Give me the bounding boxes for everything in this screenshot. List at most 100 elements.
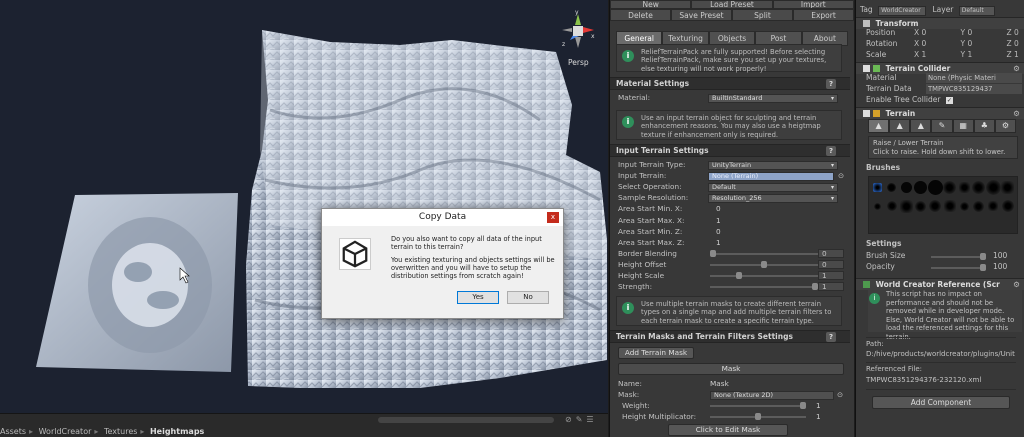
export-button[interactable]: Export	[793, 9, 854, 21]
brush-swatch[interactable]	[887, 182, 896, 192]
slider-knob[interactable]	[761, 260, 767, 268]
position-y[interactable]: 0	[968, 28, 1001, 38]
horizontal-scrollbar[interactable]	[378, 417, 554, 423]
brush-swatch[interactable]	[943, 200, 956, 212]
breadcrumb-item[interactable]: Assets	[0, 427, 26, 436]
brush-swatch[interactable]	[958, 181, 970, 193]
rotation-x[interactable]: 0	[922, 39, 955, 49]
setting-value[interactable]: 0	[818, 248, 844, 258]
brush-swatch[interactable]	[927, 179, 943, 195]
weight-slider[interactable]	[710, 402, 806, 409]
rotation-y[interactable]: 0	[968, 39, 1001, 49]
object-picker-icon[interactable]: ⊙	[837, 390, 843, 400]
mask-foldout-header[interactable]: Mask	[618, 363, 844, 375]
setting-value[interactable]: 0	[716, 227, 721, 237]
rotation-z[interactable]: 0	[1014, 39, 1019, 48]
material-settings-header[interactable]: Material Settings ?	[610, 77, 850, 90]
setting-slider[interactable]	[710, 249, 818, 257]
gear-icon[interactable]: ⚙	[1013, 108, 1020, 119]
opacity-value[interactable]: 100	[993, 262, 1007, 272]
brush-swatch[interactable]	[886, 201, 897, 211]
brush-size-slider[interactable]	[931, 253, 986, 260]
brush-swatch[interactable]	[929, 200, 941, 212]
add-component-button[interactable]: Add Component	[872, 396, 1010, 409]
world-creator-reference-header[interactable]: World Creator Reference (Scr ⚙	[856, 278, 1024, 290]
setting-value[interactable]: 0	[716, 204, 721, 214]
no-button[interactable]: No	[507, 291, 549, 304]
brush-size-value[interactable]: 100	[993, 251, 1007, 261]
setting-value[interactable]: 0	[818, 259, 844, 269]
brush-swatch[interactable]	[959, 201, 969, 211]
paint-height-tool-icon[interactable]: ▲	[889, 119, 911, 133]
input-terrain-field[interactable]: None (Terrain)	[708, 172, 834, 182]
brush-swatch[interactable]	[943, 180, 956, 194]
height-multiplicator-slider[interactable]	[710, 413, 806, 420]
input-terrain-settings-header[interactable]: Input Terrain Settings ?	[610, 144, 850, 157]
setting-slider[interactable]	[710, 272, 818, 279]
help-icon[interactable]: ?	[826, 146, 836, 156]
breadcrumb-item[interactable]: WorldCreator	[39, 427, 92, 436]
setting-dropdown[interactable]: UnityTerrain ▾	[708, 161, 838, 170]
position-z[interactable]: 0	[1014, 28, 1019, 37]
new-button[interactable]: New	[610, 0, 692, 9]
setting-value[interactable]: 1	[716, 216, 721, 226]
save-preset-button[interactable]: Save Preset	[671, 9, 732, 21]
brush-swatch[interactable]	[915, 200, 926, 212]
mask-texture-field[interactable]: None (Texture 2D)	[710, 391, 834, 400]
position-x[interactable]: 0	[922, 28, 955, 38]
place-trees-tool-icon[interactable]: ▦	[952, 119, 974, 133]
brush-swatch[interactable]	[899, 199, 913, 213]
slider-knob[interactable]	[710, 249, 716, 257]
masks-header[interactable]: Terrain Masks and Terrain Filters Settin…	[610, 330, 850, 343]
close-icon[interactable]: x	[547, 212, 559, 223]
setting-value[interactable]: 1	[818, 282, 844, 292]
weight-value[interactable]: 1	[816, 401, 821, 411]
setting-dropdown[interactable]: Default ▾	[708, 183, 838, 193]
setting-slider[interactable]	[710, 260, 818, 268]
mask-name-value[interactable]: Mask	[710, 379, 729, 389]
brush-swatch[interactable]	[985, 179, 1001, 195]
scale-x[interactable]: 1	[922, 50, 955, 60]
brush-grid[interactable]	[868, 176, 1018, 234]
slider-knob[interactable]	[800, 402, 806, 409]
edit-mask-button[interactable]: Click to Edit Mask	[668, 424, 788, 436]
setting-dropdown[interactable]: Resolution_256 ▾	[708, 194, 838, 204]
delete-button[interactable]: Delete	[610, 9, 671, 21]
brush-swatch[interactable]	[1001, 180, 1014, 194]
setting-value[interactable]: 1	[818, 271, 844, 280]
layer-dropdown[interactable]: Default	[958, 6, 995, 16]
collider-material-field[interactable]: None (Physic Materi	[926, 73, 1022, 83]
scene-view[interactable]: y x z Persp	[0, 0, 608, 413]
load-preset-button[interactable]: Load Preset	[691, 0, 773, 9]
scene-gizmo-icon[interactable]: y x z	[558, 10, 598, 62]
brush-swatch[interactable]	[973, 200, 984, 212]
setting-slider[interactable]	[710, 283, 818, 291]
opacity-slider[interactable]	[931, 264, 986, 271]
perspective-label[interactable]: Persp	[568, 58, 589, 67]
import-button[interactable]: Import	[772, 0, 854, 9]
terrain-header[interactable]: Terrain ⚙	[856, 107, 1024, 119]
brush-swatch[interactable]	[914, 180, 927, 194]
yes-button[interactable]: Yes	[457, 291, 499, 304]
slider-knob[interactable]	[735, 272, 742, 279]
brush-swatch[interactable]	[988, 201, 998, 211]
brush-swatch[interactable]	[872, 182, 882, 192]
slider-knob[interactable]	[980, 264, 986, 271]
smooth-height-tool-icon[interactable]: ▲	[910, 119, 932, 133]
brush-swatch[interactable]	[873, 202, 881, 210]
split-button[interactable]: Split	[732, 9, 793, 21]
raise-lower-tool-icon[interactable]: ▲	[868, 119, 890, 133]
terrain-data-field[interactable]: TMPWC835129437	[926, 84, 1022, 94]
tree-collider-checkbox[interactable]: ✓	[945, 97, 953, 104]
brush-swatch[interactable]	[900, 181, 912, 193]
scale-z[interactable]: 1	[1014, 50, 1019, 59]
brush-swatch[interactable]	[972, 180, 985, 194]
enable-checkbox[interactable]	[863, 110, 870, 117]
height-multiplicator-value[interactable]: 1	[816, 412, 821, 422]
material-dropdown[interactable]: BuiltInStandard ▾	[708, 94, 838, 103]
paint-texture-tool-icon[interactable]: ✎	[931, 119, 953, 133]
footer-icons[interactable]: ⊘✎☰	[565, 415, 598, 424]
terrain-settings-tool-icon[interactable]: ⚙	[994, 119, 1016, 133]
tag-dropdown[interactable]: WorldCreator	[878, 6, 927, 16]
object-picker-icon[interactable]: ⊙	[838, 171, 844, 181]
